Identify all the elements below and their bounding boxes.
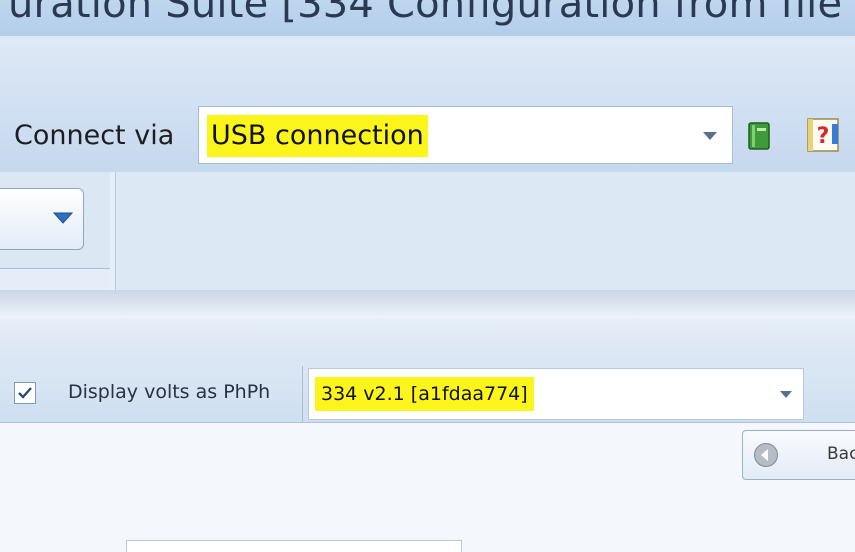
connection-select-value: USB connection <box>207 115 428 157</box>
connect-via-label: Connect via <box>14 120 175 151</box>
checkmark-icon <box>18 387 32 399</box>
blue-down-arrow-icon <box>52 212 74 224</box>
panel-splitter[interactable] <box>110 172 116 290</box>
window-title-bar: uration Suite [334 Configuration from fi… <box>0 0 855 36</box>
svg-text:?: ? <box>817 124 830 149</box>
panel-lower-strip <box>0 268 110 291</box>
device-select[interactable]: 334 v2.1 [a1fdaa774] <box>308 368 804 420</box>
window-title: uration Suite [334 Configuration from fi… <box>8 0 855 27</box>
display-volts-checkbox[interactable] <box>14 382 36 404</box>
display-volts-label: Display volts as PhPh <box>68 381 271 403</box>
lower-ribbon <box>0 318 855 363</box>
back-button-label: Bac <box>827 444 855 464</box>
connection-select[interactable]: USB connection <box>198 106 733 164</box>
chevron-down-icon[interactable] <box>701 129 719 143</box>
shadow-band <box>0 290 855 318</box>
content-area <box>0 482 855 548</box>
help-icon[interactable]: ? <box>806 116 846 154</box>
workspace-area <box>0 172 855 290</box>
toolbar-divider <box>302 366 303 422</box>
content-panel <box>126 540 462 552</box>
ribbon-band <box>0 36 855 99</box>
green-book-icon[interactable] <box>748 122 770 150</box>
device-select-value: 334 v2.1 [a1fdaa774] <box>315 377 534 411</box>
back-arrow-icon <box>754 443 778 467</box>
chevron-down-icon[interactable] <box>779 389 793 399</box>
back-button[interactable]: Bac <box>742 430 855 480</box>
